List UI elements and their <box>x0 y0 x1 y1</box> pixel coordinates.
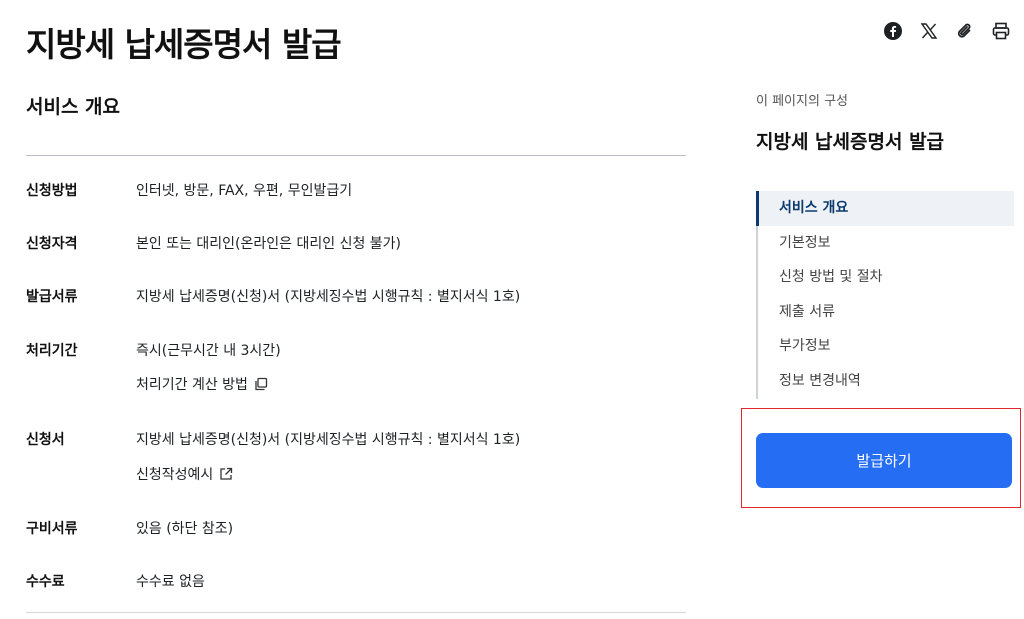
toc-list: 서비스 개요 기본정보 신청 방법 및 절차 제출 서류 부가정보 정보 변경내… <box>756 191 1014 399</box>
toc-item-additional-info[interactable]: 부가정보 <box>758 329 1014 364</box>
copy-icon <box>255 377 268 391</box>
row-label: 처리기간 <box>26 343 78 359</box>
row-label: 신청자격 <box>26 236 78 252</box>
external-link-icon <box>220 467 233 480</box>
row-label: 신청서 <box>26 432 65 448</box>
divider <box>26 155 686 156</box>
processing-time-link[interactable]: 처리기간 계산 방법 <box>136 374 268 394</box>
row-label: 수수료 <box>26 574 65 590</box>
row-label: 신청방법 <box>26 183 78 199</box>
toc-item-documents[interactable]: 제출 서류 <box>758 295 1014 330</box>
row-label: 발급서류 <box>26 289 78 305</box>
toc-item-change-history[interactable]: 정보 변경내역 <box>758 364 1014 399</box>
x-icon[interactable] <box>918 20 940 42</box>
divider <box>26 612 686 613</box>
issue-button[interactable]: 발급하기 <box>756 433 1012 488</box>
row-value: 본인 또는 대리인(온라인은 대리인 신청 불가) <box>136 236 402 252</box>
toc-title: 지방세 납세증명서 발급 <box>756 131 945 153</box>
toc-item-procedure[interactable]: 신청 방법 및 절차 <box>758 260 1014 295</box>
print-icon[interactable] <box>990 20 1012 42</box>
row-value: 지방세 납세증명(신청)서 (지방세징수법 시행규칙 : 별지서식 1호) <box>136 432 521 448</box>
toc-item-basic-info[interactable]: 기본정보 <box>758 226 1014 261</box>
section-title-overview: 서비스 개요 <box>26 96 121 118</box>
facebook-icon[interactable] <box>882 20 904 42</box>
row-value: 지방세 납세증명(신청)서 (지방세징수법 시행규칙 : 별지서식 1호) <box>136 289 521 305</box>
toc-item-overview[interactable]: 서비스 개요 <box>756 191 1014 226</box>
link-label: 처리기간 계산 방법 <box>136 377 248 393</box>
row-value: 있음 (하단 참조) <box>136 521 234 537</box>
share-bar <box>882 20 1012 42</box>
link-label: 신청작성예시 <box>136 467 214 483</box>
toc-caption: 이 페이지의 구성 <box>756 94 848 109</box>
page-title: 지방세 납세증명서 발급 <box>26 25 342 64</box>
row-value: 수수료 없음 <box>136 574 205 590</box>
row-value: 즉시(근무시간 내 3시간) <box>136 343 281 359</box>
row-label: 구비서류 <box>26 521 78 537</box>
link-icon[interactable] <box>954 20 976 42</box>
row-value: 인터넷, 방문, FAX, 우편, 무인발급기 <box>136 183 353 199</box>
page: 지방세 납세증명서 발급 서비스 개요 신청방법 인터넷, 방문, FAX, 우… <box>0 0 1024 619</box>
application-example-link[interactable]: 신청작성예시 <box>136 464 233 484</box>
